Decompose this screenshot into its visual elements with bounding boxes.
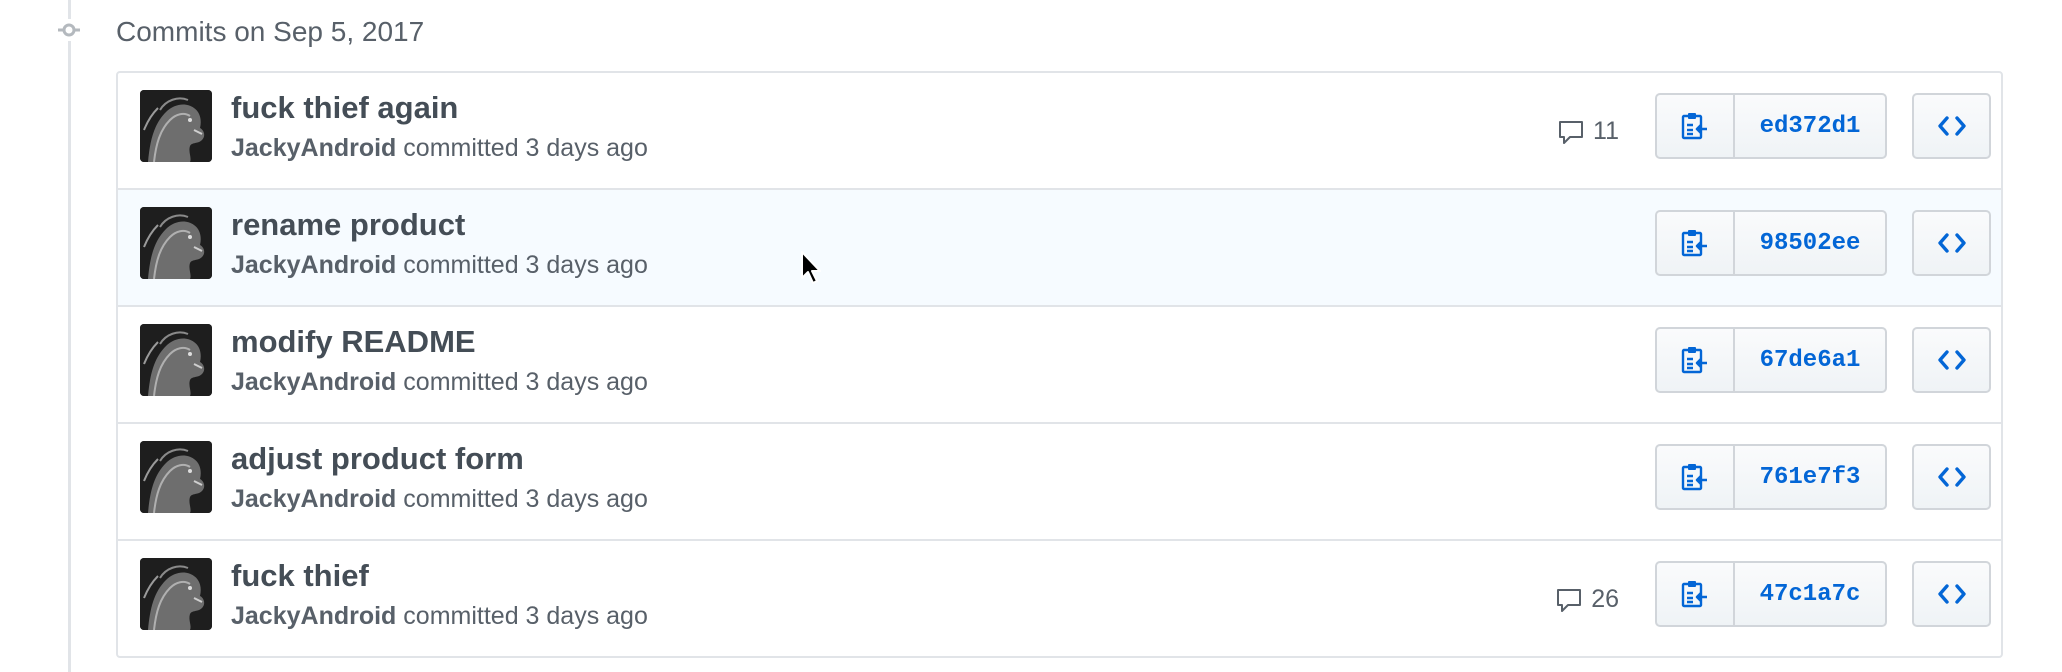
copy-sha-button[interactable]	[1657, 212, 1735, 274]
commit-title[interactable]: fuck thief again	[231, 89, 458, 127]
browse-repo-button[interactable]	[1912, 210, 1991, 276]
commit-author[interactable]: JackyAndroid	[231, 368, 396, 396]
commit-sha-link[interactable]: 67de6a1	[1735, 329, 1885, 391]
commit-sha-link[interactable]: 761e7f3	[1735, 446, 1885, 508]
commit-time: committed 3 days ago	[403, 134, 648, 162]
browse-repo-button[interactable]	[1912, 327, 1991, 393]
commit-title[interactable]: fuck thief	[231, 557, 369, 595]
copy-sha-button[interactable]	[1657, 446, 1735, 508]
commit-meta: JackyAndroid committed 3 days ago	[231, 248, 648, 282]
commit-group-title: Commits on Sep 5, 2017	[116, 16, 425, 47]
avatar[interactable]	[140, 324, 212, 396]
commit-time: committed 3 days ago	[403, 485, 648, 513]
avatar[interactable]	[140, 207, 212, 279]
comment-count: 11	[1593, 117, 1619, 145]
commit-time: committed 3 days ago	[403, 251, 648, 279]
commit-sha-link[interactable]: ed372d1	[1735, 95, 1885, 157]
code-icon	[1937, 467, 1966, 487]
commit-sha-link[interactable]: 98502ee	[1735, 212, 1885, 274]
code-icon	[1937, 116, 1966, 136]
avatar[interactable]	[140, 90, 212, 162]
code-icon	[1937, 584, 1966, 604]
sha-button-group: ed372d1	[1655, 93, 1887, 159]
commit-author[interactable]: JackyAndroid	[231, 251, 396, 279]
commit-title[interactable]: adjust product form	[231, 440, 524, 478]
code-icon	[1937, 233, 1966, 253]
copy-sha-button[interactable]	[1657, 563, 1735, 625]
browse-repo-button[interactable]	[1912, 93, 1991, 159]
clipboard-copy-icon	[1681, 581, 1707, 608]
commit-title[interactable]: modify README	[231, 323, 476, 361]
copy-sha-button[interactable]	[1657, 95, 1735, 157]
comment-count: 26	[1591, 585, 1619, 613]
commit-author[interactable]: JackyAndroid	[231, 134, 396, 162]
mouse-pointer-icon	[800, 250, 824, 286]
commit-row[interactable]: adjust product form JackyAndroid committ…	[118, 422, 2001, 539]
sha-button-group: 67de6a1	[1655, 327, 1887, 393]
sha-button-group: 47c1a7c	[1655, 561, 1887, 627]
code-icon	[1937, 350, 1966, 370]
comments-link[interactable]: 11	[1557, 117, 1619, 146]
copy-sha-button[interactable]	[1657, 329, 1735, 391]
clipboard-copy-icon	[1681, 230, 1707, 257]
comment-icon	[1557, 588, 1582, 612]
commit-row[interactable]: fuck thief again JackyAndroid committed …	[118, 73, 2001, 188]
commit-list: fuck thief again JackyAndroid committed …	[116, 71, 2003, 658]
clipboard-copy-icon	[1681, 464, 1707, 491]
avatar[interactable]	[140, 441, 212, 513]
commit-author[interactable]: JackyAndroid	[231, 602, 396, 630]
browse-repo-button[interactable]	[1912, 444, 1991, 510]
commit-author[interactable]: JackyAndroid	[231, 485, 396, 513]
commit-meta: JackyAndroid committed 3 days ago	[231, 131, 648, 165]
commit-row[interactable]: rename product JackyAndroid committed 3 …	[118, 188, 2001, 305]
clipboard-copy-icon	[1681, 347, 1707, 374]
sha-button-group: 98502ee	[1655, 210, 1887, 276]
commit-row[interactable]: fuck thief JackyAndroid committed 3 days…	[118, 539, 2001, 656]
commit-time: committed 3 days ago	[403, 602, 648, 630]
commit-meta: JackyAndroid committed 3 days ago	[231, 365, 648, 399]
avatar[interactable]	[140, 558, 212, 630]
commit-meta: JackyAndroid committed 3 days ago	[231, 482, 648, 516]
commit-title[interactable]: rename product	[231, 206, 465, 244]
commit-time: committed 3 days ago	[403, 368, 648, 396]
browse-repo-button[interactable]	[1912, 561, 1991, 627]
commit-sha-link[interactable]: 47c1a7c	[1735, 563, 1885, 625]
commit-row[interactable]: modify README JackyAndroid committed 3 d…	[118, 305, 2001, 422]
git-commit-icon	[58, 19, 80, 41]
comment-icon	[1559, 120, 1584, 144]
commit-meta: JackyAndroid committed 3 days ago	[231, 599, 648, 633]
comments-link[interactable]: 26	[1555, 585, 1619, 614]
timeline-line	[68, 0, 71, 672]
clipboard-copy-icon	[1681, 113, 1707, 140]
sha-button-group: 761e7f3	[1655, 444, 1887, 510]
